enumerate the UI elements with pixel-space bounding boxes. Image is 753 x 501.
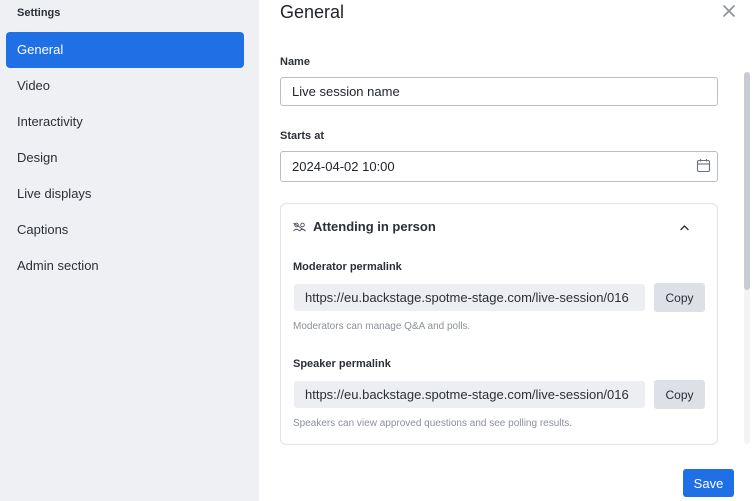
settings-sidebar: Settings General Video Interactivity Des… bbox=[0, 0, 259, 501]
speaker-permalink-label: Speaker permalink bbox=[293, 358, 391, 370]
sidebar-title: Settings bbox=[17, 7, 61, 19]
moderator-help-text: Moderators can manage Q&A and polls. bbox=[293, 321, 471, 332]
sidebar-item-design[interactable]: Design bbox=[6, 140, 244, 176]
scrollbar-thumb[interactable] bbox=[744, 72, 750, 290]
attending-in-person-card: Attending in person Moderator permalink … bbox=[280, 203, 718, 445]
general-settings-panel: General Name Starts at Attending in pers… bbox=[259, 0, 753, 501]
sidebar-item-live-displays[interactable]: Live displays bbox=[6, 176, 244, 212]
sidebar-item-interactivity[interactable]: Interactivity bbox=[6, 104, 244, 140]
page-title: General bbox=[280, 2, 345, 22]
calendar-icon[interactable] bbox=[696, 158, 711, 173]
name-input[interactable] bbox=[280, 77, 718, 106]
copy-speaker-link-button[interactable]: Copy bbox=[654, 380, 705, 409]
sidebar-item-general[interactable]: General bbox=[6, 32, 244, 68]
sidebar-item-video[interactable]: Video bbox=[6, 68, 244, 104]
people-icon bbox=[293, 222, 306, 232]
speaker-permalink-value: https://eu.backstage.spotme-stage.com/li… bbox=[294, 381, 645, 408]
save-button[interactable]: Save bbox=[683, 469, 734, 497]
chevron-up-icon[interactable] bbox=[679, 222, 690, 233]
sidebar-item-admin-section[interactable]: Admin section bbox=[6, 248, 244, 284]
copy-moderator-link-button[interactable]: Copy bbox=[654, 283, 705, 312]
close-icon[interactable] bbox=[721, 3, 737, 19]
name-label: Name bbox=[280, 56, 310, 68]
moderator-permalink-label: Moderator permalink bbox=[293, 261, 402, 273]
sidebar-item-captions[interactable]: Captions bbox=[6, 212, 244, 248]
speaker-help-text: Speakers can view approved questions and… bbox=[293, 418, 573, 429]
starts-at-label: Starts at bbox=[280, 130, 325, 142]
moderator-permalink-value: https://eu.backstage.spotme-stage.com/li… bbox=[294, 284, 645, 311]
starts-at-input[interactable] bbox=[280, 151, 718, 182]
card-title: Attending in person bbox=[313, 219, 436, 234]
